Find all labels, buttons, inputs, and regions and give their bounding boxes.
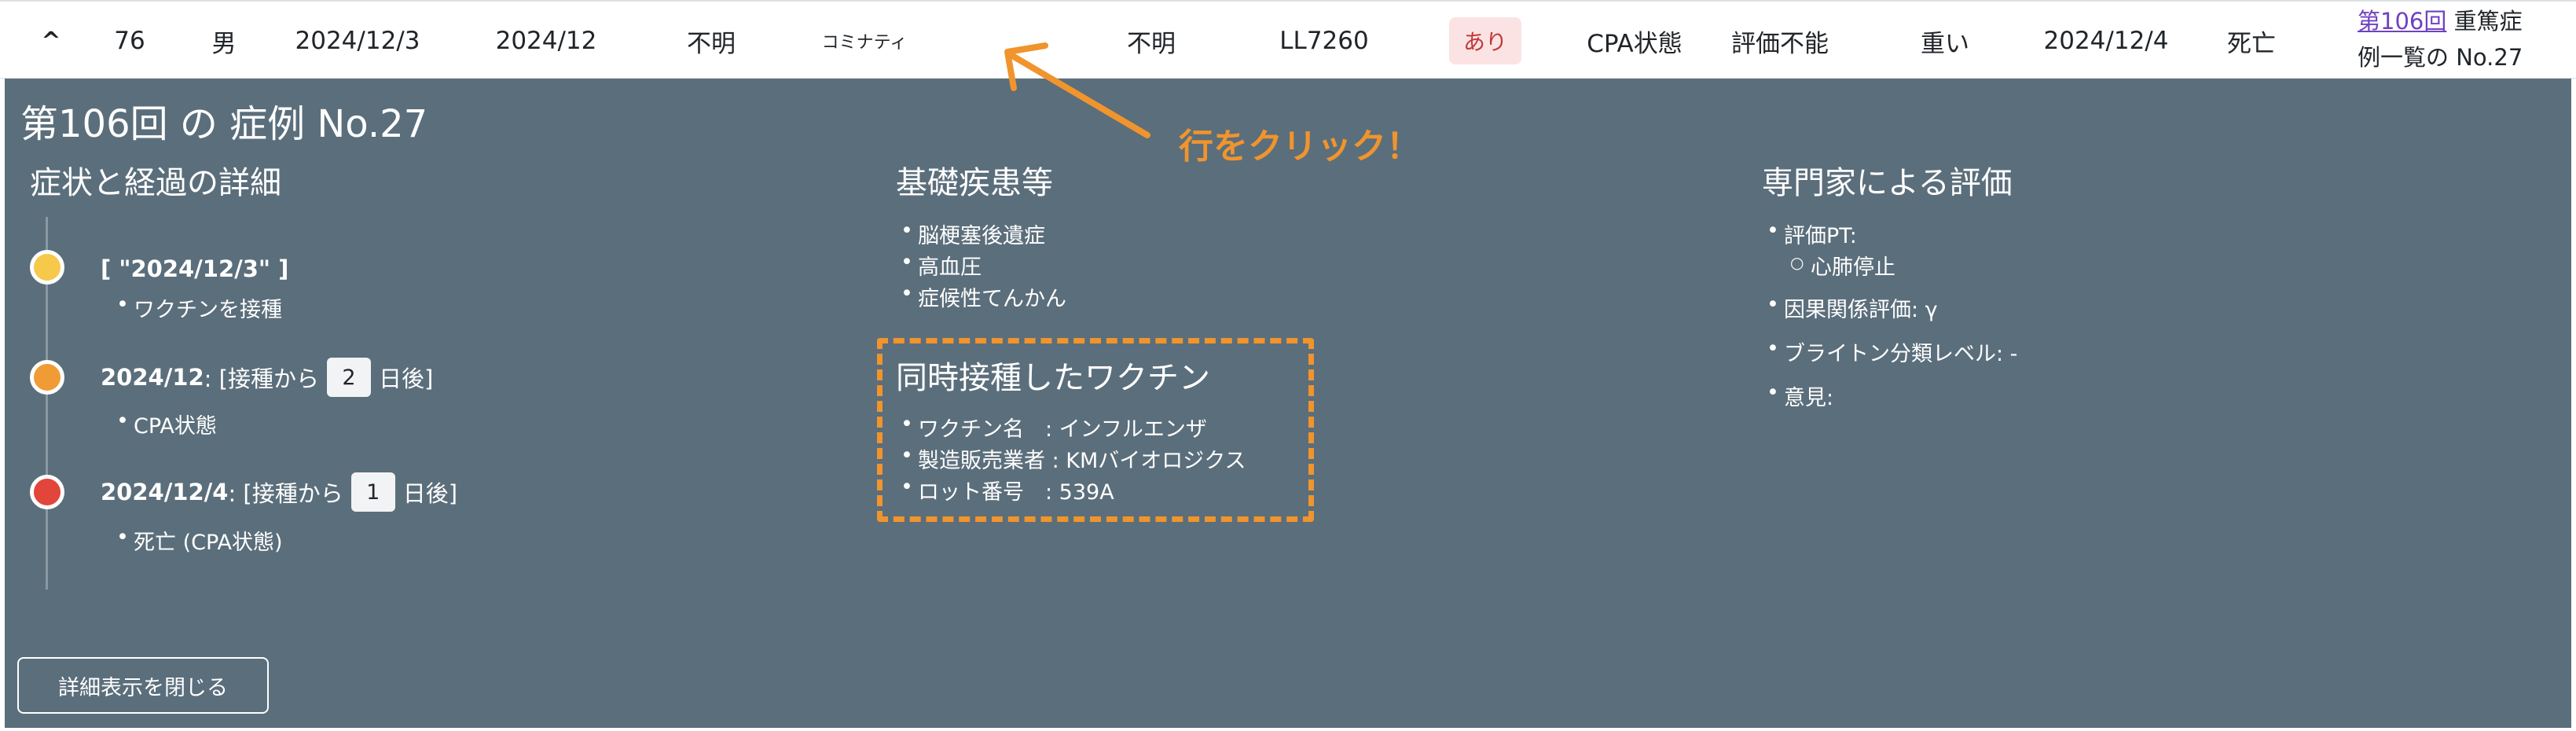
timeline-event-3-note: 死亡 (CPA状態): [112, 525, 283, 556]
concurrent-vaccine-lot: ロット番号 : 539A: [896, 475, 1114, 505]
cell-number: 76: [114, 27, 145, 55]
days-after-box: 2: [326, 358, 371, 397]
expert-pt-value: 心肺停止: [1789, 250, 1895, 281]
underlying-badge: あり: [1448, 17, 1521, 64]
cell-severity: 重い: [1921, 29, 1969, 58]
cell-sex: 男: [211, 29, 237, 58]
expert-heading: 専門家による評価: [1762, 165, 2013, 201]
timeline-dot-red-icon: [30, 475, 64, 509]
timeline-dot-orange-icon: [30, 360, 64, 395]
expert-pt-label: 評価PT:: [1762, 219, 1857, 249]
cell-report-date: 2024/12/4: [2043, 27, 2169, 55]
expert-causality: 因果関係評価: γ: [1762, 292, 1938, 323]
timeline-dot-yellow-icon: [30, 250, 64, 285]
condition-item: 高血圧: [896, 250, 982, 281]
collapse-chevron-icon[interactable]: ^: [31, 2, 71, 80]
expert-brighton: ブライトン分類レベル: -: [1762, 336, 2017, 367]
timeline-event-1-date: [ "2024/12/3" ]: [101, 255, 289, 282]
timeline-event-2-note: CPA状態: [112, 409, 217, 439]
close-detail-button[interactable]: 詳細表示を閉じる: [17, 657, 269, 714]
concurrent-vaccine-heading: 同時接種したワクチン: [896, 360, 1210, 396]
expert-opinion: 意見:: [1762, 380, 1833, 411]
cell-source: 第106回 重篤症 例一覧の No.27: [2358, 3, 2570, 79]
condition-item: 脳梗塞後遺症: [896, 219, 1045, 249]
annotation-text: 行をクリック！: [1179, 127, 1421, 167]
case-detail-panel: 第106回 の 症例 No.27 症状と経過の詳細 [ "2024/12/3" …: [5, 79, 2571, 728]
source-suffix-1: 重篤症: [2446, 8, 2523, 35]
cell-outcome: 死亡: [2227, 29, 2276, 58]
concurrent-vaccine-maker: 製造販売業者 : KMバイオロジクス: [896, 443, 1246, 474]
days-after-box: 1: [350, 472, 395, 512]
concurrent-vaccine-name: ワクチン名 : インフルエンザ: [896, 412, 1207, 443]
cell-age: 不明: [687, 29, 736, 58]
cell-onset-date: 2024/12: [495, 27, 597, 55]
case-table-row[interactable]: ^ 76 男 2024/12/3 2024/12 不明 コミナティ 不明 LL7…: [0, 0, 2576, 79]
condition-item: 症候性てんかん: [896, 281, 1066, 312]
timeline-event-2: 2024/12: [接種から 2 日後]: [101, 358, 433, 397]
timeline-event-3: 2024/12/4: [接種から 1 日後]: [101, 472, 457, 512]
cell-symptom: CPA状態: [1587, 29, 1682, 58]
cell-lot: LL7260: [1279, 27, 1369, 55]
cell-vaccine: コミナティ: [821, 33, 908, 53]
cell-vaccination-date: 2024/12/3: [295, 27, 420, 55]
cell-underlying: あり: [1430, 2, 1540, 80]
conditions-heading: 基礎疾患等: [896, 165, 1053, 201]
cell-manufacturer: 不明: [1127, 29, 1176, 58]
detail-title: 第106回 の 症例 No.27: [20, 102, 428, 146]
timeline-event-1-note: ワクチンを接種: [112, 292, 282, 323]
source-suffix-2: 例一覧の No.27: [2358, 44, 2523, 71]
cell-causality: 評価不能: [1731, 29, 1829, 58]
course-heading: 症状と経過の詳細: [30, 165, 281, 201]
meeting-link[interactable]: 第106回: [2358, 8, 2446, 35]
